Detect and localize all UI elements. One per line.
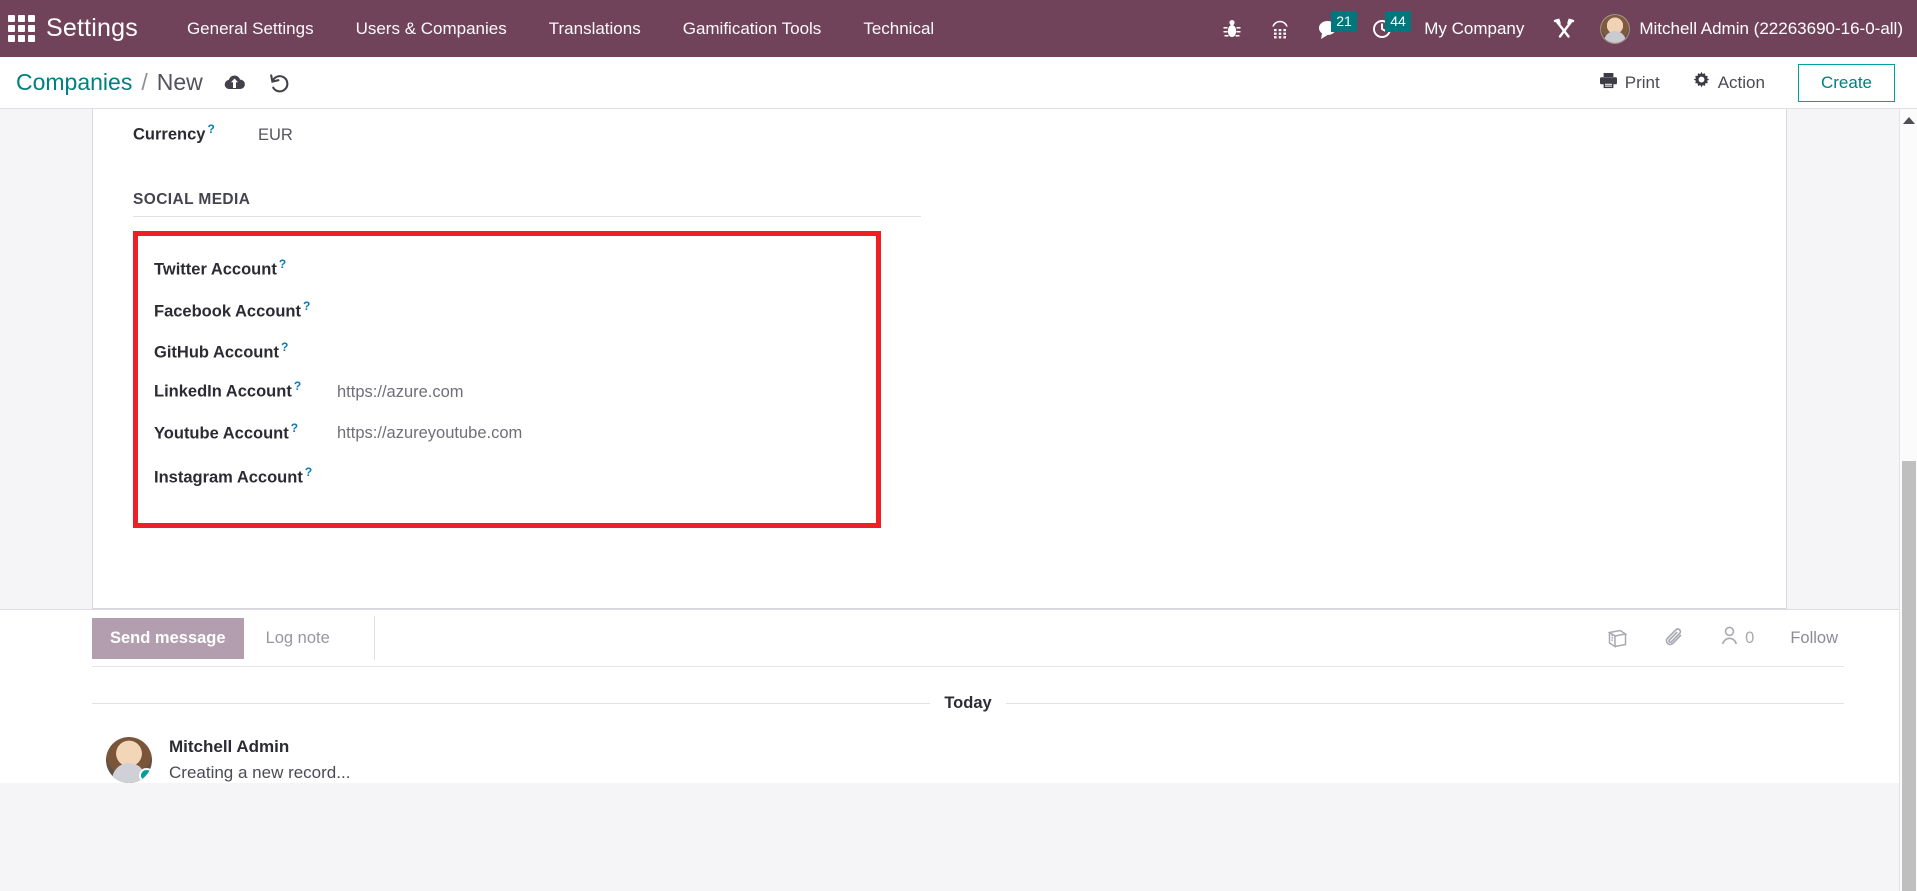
help-icon[interactable]: ? (279, 257, 286, 271)
linkedin-account-label: LinkedIn Account? (154, 379, 302, 401)
twitter-account-input[interactable] (327, 255, 337, 275)
github-account-label: GitHub Account? (154, 340, 289, 362)
linkedin-account-input[interactable]: https://azure.com (327, 383, 464, 403)
field-linkedin-account: LinkedIn Account? https://azure.com (154, 379, 876, 421)
company-switcher[interactable]: My Company (1410, 19, 1538, 39)
print-button[interactable]: Print (1586, 66, 1673, 100)
social-media-highlight-box: Twitter Account? Facebook Account? GitHu… (133, 230, 881, 528)
undo-arrow-icon[interactable] (268, 72, 290, 93)
messages-icon[interactable]: 21 (1304, 9, 1358, 49)
scrollbar-thumb[interactable] (1902, 461, 1916, 891)
nav-item-users-companies[interactable]: Users & Companies (335, 13, 528, 45)
followers-count: 0 (1745, 628, 1755, 647)
field-facebook-account: Facebook Account? (154, 296, 876, 338)
instagram-account-input[interactable] (327, 462, 337, 482)
control-panel: Companies / New Print Action Create (0, 57, 1917, 109)
breadcrumb-separator: / (141, 69, 148, 95)
gear-icon (1692, 71, 1711, 95)
youtube-account-label: Youtube Account? (154, 420, 299, 443)
field-instagram-account: Instagram Account? (154, 462, 876, 504)
activity-book-icon[interactable] (1589, 629, 1646, 648)
message-item: Mitchell Admin Creating a new record... (92, 713, 1844, 783)
field-currency: Currency? EUR (133, 109, 1746, 145)
avatar (1600, 13, 1631, 44)
nav-item-technical[interactable]: Technical (842, 13, 955, 45)
phone-keypad-icon[interactable] (1256, 9, 1304, 49)
follow-button[interactable]: Follow (1772, 629, 1844, 648)
user-name: Mitchell Admin (22263690-16-0-all) (1639, 18, 1903, 38)
messages-badge: 21 (1331, 10, 1357, 32)
facebook-account-label: Facebook Account? (154, 298, 311, 321)
day-separator-label: Today (944, 694, 992, 712)
print-label: Print (1624, 72, 1660, 92)
company-form-sheet: Currency? EUR SOCIAL MEDIA Twitter Accou… (92, 109, 1787, 609)
activities-clock-icon[interactable]: 44 (1358, 9, 1411, 49)
wrench-screwdriver-icon[interactable] (1538, 9, 1590, 49)
nav-item-gamification-tools[interactable]: Gamification Tools (662, 13, 843, 45)
action-button[interactable]: Action (1679, 65, 1778, 101)
help-icon[interactable]: ? (305, 465, 312, 479)
currency-value[interactable]: EUR (258, 126, 293, 145)
apps-grid-icon[interactable] (6, 14, 36, 44)
scrollable-form-region: Currency? EUR SOCIAL MEDIA Twitter Accou… (0, 109, 1899, 891)
nav-item-translations[interactable]: Translations (528, 13, 662, 45)
message-author: Mitchell Admin (169, 737, 290, 756)
breadcrumb-companies[interactable]: Companies (16, 69, 132, 96)
twitter-account-label: Twitter Account? (154, 257, 287, 279)
day-separator: Today (92, 694, 1844, 713)
followers-button[interactable]: 0 (1703, 626, 1772, 650)
app-name[interactable]: Settings (44, 14, 148, 43)
bug-icon[interactable] (1208, 9, 1256, 49)
field-youtube-account: Youtube Account? https://azureyoutube.co… (154, 421, 876, 463)
main-content-area: Currency? EUR SOCIAL MEDIA Twitter Accou… (0, 109, 1917, 891)
chatter-composer-bar: Send message Log note 0 Follow (92, 610, 1844, 667)
create-button[interactable]: Create (1797, 63, 1895, 102)
top-navbar: Settings General Settings Users & Compan… (0, 0, 1917, 57)
help-icon[interactable]: ? (303, 299, 310, 313)
presence-indicator (139, 768, 152, 783)
message-content: Mitchell Admin Creating a new record... (169, 737, 350, 783)
chatter-tabs: Send message Log note (92, 610, 352, 666)
form-sheet-background: Currency? EUR SOCIAL MEDIA Twitter Accou… (0, 109, 1899, 609)
section-divider (133, 215, 921, 217)
help-icon[interactable]: ? (294, 379, 301, 393)
message-body: Creating a new record... (169, 763, 351, 782)
social-media-section-title: SOCIAL MEDIA (133, 190, 251, 208)
facebook-account-input[interactable] (327, 296, 337, 316)
send-message-tab[interactable]: Send message (92, 617, 244, 659)
user-menu[interactable]: Mitchell Admin (22263690-16-0-all) (1590, 13, 1903, 44)
activities-badge: 44 (1385, 10, 1411, 32)
help-icon[interactable]: ? (281, 340, 288, 354)
chatter: Send message Log note 0 Follow Today Mit… (0, 609, 1899, 783)
printer-icon (1599, 72, 1618, 94)
nav-item-general-settings[interactable]: General Settings (166, 13, 335, 45)
paperclip-icon[interactable] (1646, 627, 1703, 649)
instagram-account-label: Instagram Account? (154, 464, 313, 487)
chatter-tools: 0 Follow (373, 616, 1844, 660)
github-account-input[interactable] (327, 338, 337, 358)
help-icon[interactable]: ? (291, 421, 298, 435)
field-github-account: GitHub Account? (154, 338, 876, 380)
chatter-thread: Today Mitchell Admin Creating a new reco… (92, 667, 1844, 783)
vertical-scrollbar[interactable] (1899, 109, 1917, 891)
currency-label: Currency? (133, 122, 215, 144)
help-icon[interactable]: ? (207, 122, 214, 136)
breadcrumb: Companies / New (16, 69, 203, 96)
navbar-right-tools: 21 44 My Company Mitchell Admin (2226369… (1208, 9, 1903, 49)
navbar-menu: General Settings Users & Companies Trans… (166, 13, 955, 45)
control-panel-buttons: Print Action Create (1586, 63, 1895, 102)
action-label: Action (1717, 72, 1765, 92)
person-icon (1721, 626, 1738, 650)
scroll-up-arrow-icon[interactable] (1902, 117, 1915, 124)
youtube-account-input[interactable]: https://azureyoutube.com (327, 424, 522, 444)
breadcrumb-current-new: New (156, 69, 203, 95)
avatar (106, 737, 152, 783)
log-note-tab[interactable]: Log note (244, 618, 352, 659)
cloud-upload-icon[interactable] (223, 73, 246, 93)
field-twitter-account: Twitter Account? (154, 255, 876, 297)
